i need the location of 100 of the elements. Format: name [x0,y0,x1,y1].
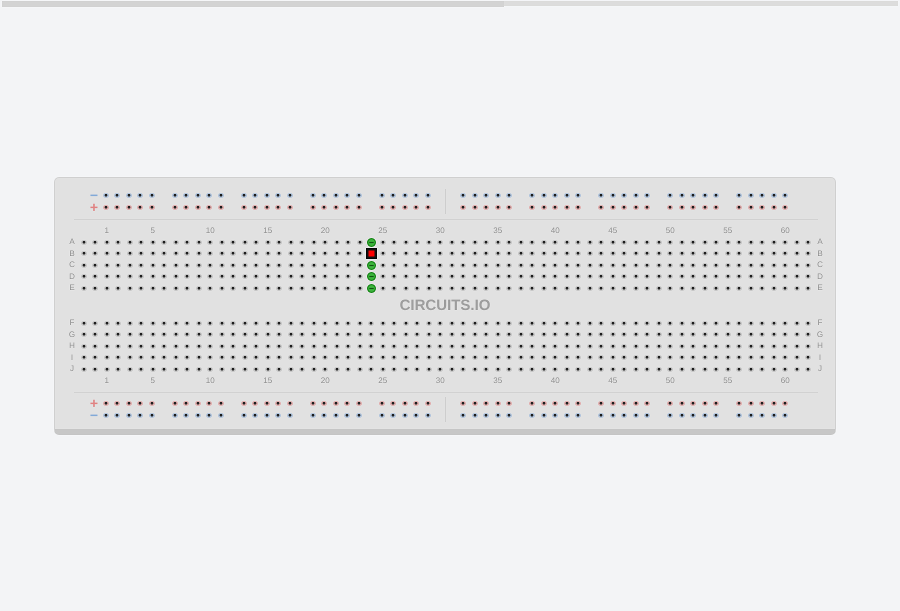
rail-hole-icon[interactable] [424,412,431,418]
rail-hole-icon[interactable] [218,400,224,406]
rail-hole-icon[interactable] [667,412,673,418]
rail-hole-icon[interactable] [494,400,500,406]
rail-hole-icon[interactable] [575,400,581,406]
rail-hole-icon[interactable] [332,192,339,198]
rail-hole-icon[interactable] [564,204,570,210]
rail-hole-icon[interactable] [564,400,570,406]
rail-hole-icon[interactable] [183,204,190,210]
rail-hole-icon[interactable] [702,400,708,406]
rail-hole-icon[interactable] [552,400,558,406]
rail-hole-icon[interactable] [252,192,258,198]
rail-hole-icon[interactable] [506,204,512,210]
rail-hole-icon[interactable] [332,400,339,406]
rail-hole-icon[interactable] [378,204,385,210]
rail-hole-icon[interactable] [460,412,466,418]
rail-hole-icon[interactable] [610,412,616,418]
rail-hole-icon[interactable] [206,192,212,198]
rail-hole-icon[interactable] [529,412,535,418]
rail-hole-icon[interactable] [621,412,627,418]
rail-hole-icon[interactable] [102,192,109,198]
rail-hole-icon[interactable] [240,412,247,418]
rail-hole-icon[interactable] [540,192,546,198]
rail-hole-icon[interactable] [310,412,316,418]
rail-hole-icon[interactable] [356,412,362,418]
rail-hole-icon[interactable] [148,412,155,418]
rail-hole-icon[interactable] [644,400,650,406]
rail-hole-icon[interactable] [748,400,754,406]
rail-hole-icon[interactable] [540,412,546,418]
rail-hole-icon[interactable] [344,412,350,418]
rail-hole-icon[interactable] [390,192,396,198]
rail-hole-icon[interactable] [218,204,224,210]
rail-hole-icon[interactable] [413,400,420,406]
rail-hole-icon[interactable] [494,192,500,198]
rail-hole-icon[interactable] [770,412,776,418]
rail-hole-icon[interactable] [378,412,385,418]
rail-hole-icon[interactable] [183,192,190,198]
rail-hole-icon[interactable] [552,204,558,210]
rail-hole-icon[interactable] [114,204,120,210]
rail-hole-icon[interactable] [378,192,385,198]
rail-hole-icon[interactable] [310,192,316,198]
rail-hole-icon[interactable] [598,204,604,210]
rail-hole-icon[interactable] [321,412,328,418]
rail-hole-icon[interactable] [114,192,120,198]
rail-hole-icon[interactable] [172,204,178,210]
rail-hole-icon[interactable] [402,412,408,418]
rail-hole-icon[interactable] [310,204,316,210]
rail-hole-icon[interactable] [782,412,788,418]
rail-hole-icon[interactable] [378,400,385,406]
rail-hole-icon[interactable] [506,400,512,406]
rail-hole-icon[interactable] [690,192,696,198]
rail-hole-icon[interactable] [402,192,408,198]
rail-hole-icon[interactable] [529,204,535,210]
rail-hole-icon[interactable] [356,204,362,210]
rail-hole-icon[interactable] [413,204,420,210]
rail-hole-icon[interactable] [610,400,616,406]
rail-hole-icon[interactable] [667,400,673,406]
rail-hole-icon[interactable] [264,412,270,418]
rail-hole-icon[interactable] [126,400,132,406]
rail-hole-icon[interactable] [183,412,190,418]
rail-hole-icon[interactable] [424,192,431,198]
rail-hole-icon[interactable] [690,400,696,406]
rail-hole-icon[interactable] [460,400,466,406]
rail-hole-icon[interactable] [390,400,396,406]
rail-hole-icon[interactable] [114,412,120,418]
rail-hole-icon[interactable] [506,192,512,198]
rail-hole-icon[interactable] [644,192,650,198]
rail-hole-icon[interactable] [598,192,604,198]
rail-hole-icon[interactable] [252,412,258,418]
rail-hole-icon[interactable] [529,400,535,406]
rail-hole-icon[interactable] [126,204,132,210]
rail-hole-icon[interactable] [424,400,431,406]
rail-hole-icon[interactable] [759,204,765,210]
rail-hole-icon[interactable] [667,192,673,198]
rail-hole-icon[interactable] [356,192,362,198]
rail-hole-icon[interactable] [332,204,339,210]
rail-hole-icon[interactable] [770,204,776,210]
rail-hole-icon[interactable] [748,204,754,210]
rail-hole-icon[interactable] [206,204,212,210]
rail-hole-icon[interactable] [206,400,212,406]
rail-hole-icon[interactable] [759,192,765,198]
rail-hole-icon[interactable] [552,412,558,418]
rail-hole-icon[interactable] [172,400,178,406]
rail-hole-icon[interactable] [102,412,109,418]
rail-hole-icon[interactable] [344,204,350,210]
rail-hole-icon[interactable] [286,192,293,198]
rail-hole-icon[interactable] [483,412,489,418]
rail-hole-icon[interactable] [275,400,282,406]
rail-hole-icon[interactable] [564,412,570,418]
rail-hole-icon[interactable] [332,412,339,418]
connected-hole-icon[interactable] [366,238,376,246]
rail-hole-icon[interactable] [575,204,581,210]
rail-hole-icon[interactable] [621,204,627,210]
rail-hole-icon[interactable] [275,412,282,418]
rail-hole-icon[interactable] [275,192,282,198]
rail-hole-icon[interactable] [252,204,258,210]
rail-hole-icon[interactable] [632,192,638,198]
rail-hole-icon[interactable] [678,204,684,210]
rail-hole-icon[interactable] [483,204,489,210]
rail-hole-icon[interactable] [483,192,489,198]
